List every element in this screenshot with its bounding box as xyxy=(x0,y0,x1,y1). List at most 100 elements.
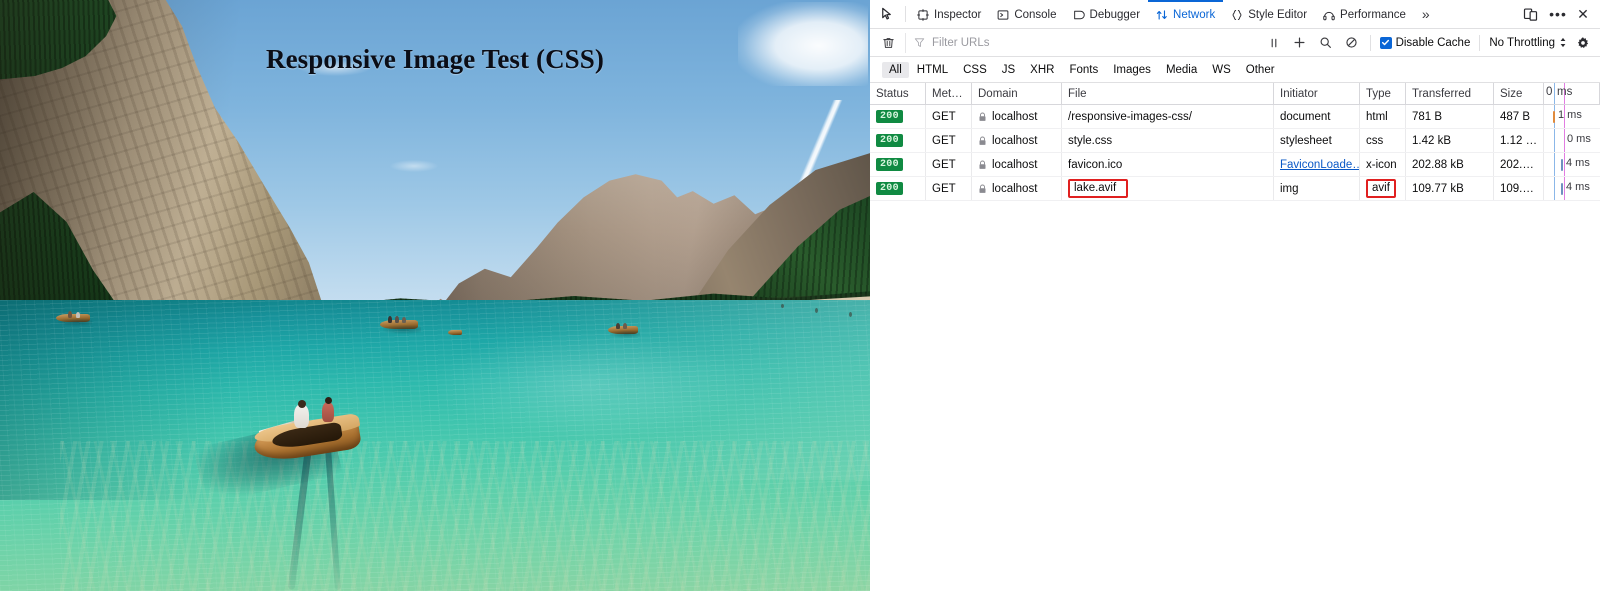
filter-media[interactable]: Media xyxy=(1159,62,1204,78)
tab-inspector[interactable]: Inspector xyxy=(909,0,989,28)
tabs-overflow-icon[interactable]: » xyxy=(1414,0,1438,28)
gear-icon[interactable] xyxy=(1571,32,1595,54)
tab-network-label: Network xyxy=(1173,9,1216,21)
trash-icon[interactable] xyxy=(875,32,901,54)
tab-network[interactable]: Network xyxy=(1148,0,1224,28)
throttling-dropdown[interactable]: No Throttling xyxy=(1485,37,1571,49)
debugger-icon xyxy=(1073,9,1085,21)
devtools-meatball-menu-icon[interactable]: ••• xyxy=(1544,0,1572,28)
filter-all[interactable]: All xyxy=(882,61,909,78)
tab-performance-label: Performance xyxy=(1340,9,1406,21)
column-header-type[interactable]: Type xyxy=(1360,83,1406,104)
filter-html[interactable]: HTML xyxy=(910,62,955,78)
network-icon xyxy=(1156,9,1168,21)
cell-file-label: /responsive-images-css/ xyxy=(1068,110,1192,123)
waterfall-unit-label: ms xyxy=(1557,86,1573,98)
chevron-updown-icon xyxy=(1559,37,1567,48)
filter-js[interactable]: JS xyxy=(995,62,1022,78)
devtools-toolbar-actions: ••• ✕ xyxy=(1516,0,1600,28)
block-icon[interactable] xyxy=(1339,32,1365,54)
filter-other[interactable]: Other xyxy=(1239,62,1282,78)
cell-domain-label: localhost xyxy=(992,134,1038,147)
lock-icon xyxy=(978,112,987,122)
table-row[interactable]: 200 GET localhost lake.avif img avif 109… xyxy=(870,177,1600,201)
column-header-initiator[interactable]: Initiator xyxy=(1274,83,1360,104)
pause-icon[interactable] xyxy=(1261,32,1287,54)
close-devtools-icon[interactable]: ✕ xyxy=(1572,0,1600,28)
filter-css[interactable]: CSS xyxy=(956,62,994,78)
cell-type: x-icon xyxy=(1360,153,1406,176)
request-type-filter-bar: All HTML CSS JS XHR Fonts Images Media W… xyxy=(870,57,1600,83)
filter-fonts[interactable]: Fonts xyxy=(1062,62,1105,78)
cell-initiator: document xyxy=(1274,105,1360,128)
waterfall-time-label: 4 ms xyxy=(1566,157,1590,169)
cell-status: 200 xyxy=(870,177,926,200)
funnel-icon xyxy=(914,37,925,48)
table-row[interactable]: 200 GET localhost /responsive-images-css… xyxy=(870,105,1600,129)
filter-xhr[interactable]: XHR xyxy=(1023,62,1061,78)
cell-domain: localhost xyxy=(972,105,1062,128)
tab-console-label: Console xyxy=(1014,9,1057,21)
cell-file: lake.avif xyxy=(1062,177,1274,200)
cell-size: 1.12 … xyxy=(1494,129,1544,152)
style-editor-icon xyxy=(1231,9,1243,21)
passenger xyxy=(322,402,334,422)
search-input[interactable] xyxy=(930,35,1261,50)
cell-domain-label: localhost xyxy=(992,158,1038,171)
plus-icon[interactable] xyxy=(1287,32,1313,54)
inspector-icon xyxy=(917,9,929,21)
responsive-image-lake-avif: Responsive Image Test (CSS) xyxy=(0,0,870,591)
tab-inspector-label: Inspector xyxy=(934,9,982,21)
column-header-method[interactable]: Met… xyxy=(926,83,972,104)
filter-images[interactable]: Images xyxy=(1106,62,1158,78)
cell-waterfall: 4 ms xyxy=(1544,177,1600,200)
cell-file: style.css xyxy=(1062,129,1274,152)
column-header-size[interactable]: Size xyxy=(1494,83,1544,104)
responsive-design-mode-icon[interactable] xyxy=(1516,0,1544,28)
filter-ws[interactable]: WS xyxy=(1205,62,1238,78)
waterfall-bar xyxy=(1561,183,1563,195)
cell-transferred: 109.77 kB xyxy=(1406,177,1494,200)
cell-file: /responsive-images-css/ xyxy=(1062,105,1274,128)
filterbar-divider xyxy=(1479,34,1481,51)
beach-person xyxy=(781,304,784,308)
cell-initiator[interactable]: FaviconLoade… xyxy=(1274,153,1360,176)
tab-style-editor[interactable]: Style Editor xyxy=(1223,0,1315,28)
tab-debugger-label: Debugger xyxy=(1089,9,1141,21)
tab-debugger[interactable]: Debugger xyxy=(1065,0,1149,28)
cell-domain: localhost xyxy=(972,177,1062,200)
column-header-domain[interactable]: Domain xyxy=(972,83,1062,104)
screen-root: Responsive Image Test (CSS) Inspector Co… xyxy=(0,0,1600,591)
column-header-status[interactable]: Status xyxy=(870,83,926,104)
lock-icon xyxy=(978,160,987,170)
initiator-link[interactable]: FaviconLoade… xyxy=(1280,159,1359,171)
table-row[interactable]: 200 GET localhost favicon.ico FaviconLoa… xyxy=(870,153,1600,177)
passenger-head xyxy=(325,397,332,404)
waterfall-origin-label: 0 xyxy=(1546,86,1553,98)
element-picker-icon[interactable] xyxy=(874,0,902,28)
cell-method: GET xyxy=(926,129,972,152)
beach-person xyxy=(849,312,852,317)
disable-cache-checkbox[interactable]: Disable Cache xyxy=(1376,36,1475,49)
lock-icon xyxy=(978,184,987,194)
status-badge: 200 xyxy=(876,158,903,171)
cell-size: 109.… xyxy=(1494,177,1544,200)
filter-urls-field[interactable] xyxy=(905,32,1261,53)
cell-transferred: 1.42 kB xyxy=(1406,129,1494,152)
disable-cache-label: Disable Cache xyxy=(1395,36,1471,49)
column-header-transferred[interactable]: Transferred xyxy=(1406,83,1494,104)
cell-status: 200 xyxy=(870,129,926,152)
tab-performance[interactable]: Performance xyxy=(1315,0,1414,28)
column-header-file[interactable]: File xyxy=(1062,83,1274,104)
table-header-row: Status Met… Domain File Initiator Type T… xyxy=(870,83,1600,105)
devtools-panel: Inspector Console Debugger Network Style… xyxy=(870,0,1600,591)
page-title: Responsive Image Test (CSS) xyxy=(266,44,604,74)
tab-console[interactable]: Console xyxy=(989,0,1064,28)
performance-icon xyxy=(1323,9,1335,21)
table-row[interactable]: 200 GET localhost style.css stylesheet c… xyxy=(870,129,1600,153)
cell-file-label: style.css xyxy=(1068,134,1113,147)
column-header-waterfall[interactable]: 0 ms xyxy=(1544,83,1600,104)
cell-method: GET xyxy=(926,177,972,200)
water-glint xyxy=(430,330,750,440)
magnifier-icon[interactable] xyxy=(1313,32,1339,54)
